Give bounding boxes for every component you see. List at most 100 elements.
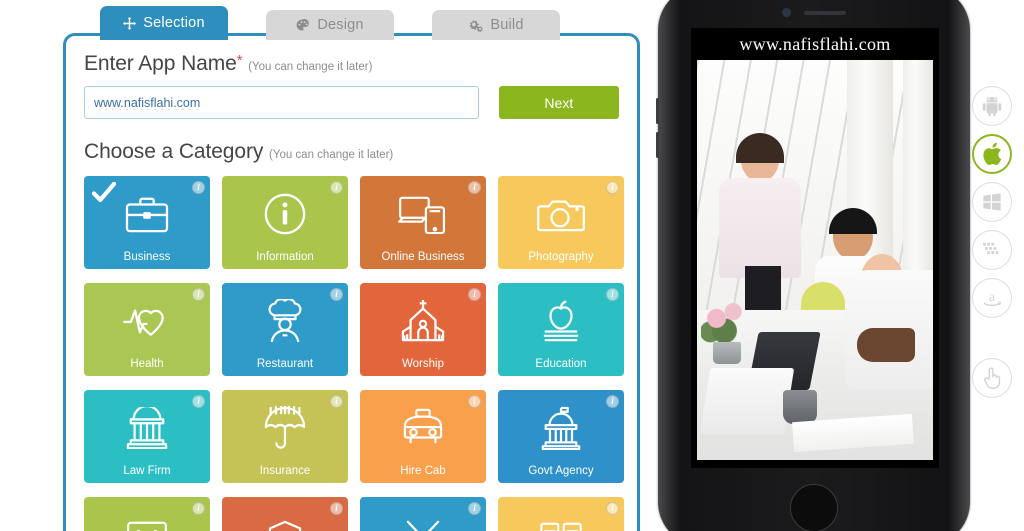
category-info-badge[interactable]: i: [192, 288, 205, 301]
category-tile-label: Business: [123, 250, 171, 263]
platform-button-amazon[interactable]: a: [972, 278, 1012, 318]
home-button[interactable]: [790, 484, 838, 531]
category-hint: (You can change it later): [269, 149, 394, 161]
partial-row-icon-1: [84, 507, 210, 531]
category-info-badge[interactable]: i: [468, 181, 481, 194]
front-camera-icon: [782, 8, 791, 17]
category-tile-restaurant[interactable]: i Restaurant: [222, 283, 348, 376]
phone-mockup: www.nafisflahi.com: [656, 0, 970, 531]
category-tile-label: Information: [256, 250, 314, 263]
category-tile-label: Insurance: [259, 464, 311, 477]
category-info-badge[interactable]: i: [192, 181, 205, 194]
svg-text:a: a: [989, 289, 995, 304]
partial-row-icon-2: [222, 507, 348, 531]
tab-selection[interactable]: Selection: [100, 6, 228, 40]
category-tile-partial-16[interactable]: i: [498, 497, 624, 531]
category-info-badge[interactable]: i: [330, 181, 343, 194]
volume-down-button[interactable]: [656, 132, 659, 158]
category-tile-label: Worship: [402, 357, 444, 370]
category-info-badge[interactable]: i: [330, 288, 343, 301]
tab-design-label: Design: [317, 17, 364, 33]
category-tile-label: Online Business: [381, 250, 465, 263]
devices-icon: [360, 186, 486, 242]
category-tile-education[interactable]: i Education: [498, 283, 624, 376]
category-tile-online-business[interactable]: i Online Business: [360, 176, 486, 269]
category-info-badge[interactable]: i: [606, 288, 619, 301]
category-info-badge[interactable]: i: [192, 502, 205, 515]
app-name-label: Enter App Name: [84, 52, 237, 75]
church-icon: [360, 293, 486, 349]
umbrella-icon: [222, 400, 348, 456]
phone-screen: www.nafisflahi.com: [691, 28, 939, 468]
category-tile-partial-15[interactable]: i: [360, 497, 486, 531]
android-icon: [981, 95, 1003, 117]
category-tile-govt-agency[interactable]: i Govt Agency: [498, 390, 624, 483]
required-asterisk: *: [236, 52, 243, 69]
tab-build[interactable]: Build: [432, 10, 560, 40]
partial-row-icon-3: [360, 507, 486, 531]
app-name-input[interactable]: [84, 86, 479, 119]
platform-button-touch[interactable]: [972, 358, 1012, 398]
category-tile-label: Restaurant: [256, 357, 314, 370]
tab-build-label: Build: [490, 17, 524, 33]
category-tile-photography[interactable]: i Photography: [498, 176, 624, 269]
courthouse-icon: [84, 400, 210, 456]
category-tile-law-firm[interactable]: i Law Firm: [84, 390, 210, 483]
hand-touch-icon: [981, 366, 1003, 390]
app-builder-screen: Selection Design Build Enter App Name* (…: [0, 0, 1024, 531]
category-grid: i Business i Information i Online Business i Ph…: [84, 176, 624, 531]
category-info-badge[interactable]: i: [468, 288, 481, 301]
capitol-icon: [498, 400, 624, 456]
category-tile-information[interactable]: i Information: [222, 176, 348, 269]
amazon-icon: a: [981, 287, 1003, 309]
tab-selection-label: Selection: [143, 15, 205, 31]
category-title: Choose a Category: [84, 140, 264, 163]
category-info-badge[interactable]: i: [468, 502, 481, 515]
category-info-badge[interactable]: i: [330, 502, 343, 515]
move-arrows-icon: [123, 16, 137, 30]
selection-panel: Enter App Name* (You can change it later…: [63, 33, 640, 531]
category-tile-business[interactable]: i Business: [84, 176, 210, 269]
category-info-badge[interactable]: i: [468, 395, 481, 408]
preview-hero-photo: [697, 60, 933, 460]
category-tile-health[interactable]: i Health: [84, 283, 210, 376]
platform-button-android[interactable]: [972, 86, 1012, 126]
category-tile-hire-cab[interactable]: i Hire Cab: [360, 390, 486, 483]
wizard-tab-bar: Selection Design Build: [100, 4, 630, 40]
category-heading: Choose a Category (You can change it lat…: [84, 140, 619, 164]
preview-title-bar: www.nafisflahi.com: [691, 28, 939, 60]
category-tile-label: Health: [130, 357, 164, 370]
platform-rail: a: [972, 86, 1018, 406]
earpiece-speaker: [804, 11, 846, 15]
volume-up-button[interactable]: [656, 98, 659, 124]
category-info-badge[interactable]: i: [606, 181, 619, 194]
category-tile-label: Govt Agency: [528, 464, 594, 477]
palette-icon: [296, 18, 310, 32]
category-tile-label: Hire Cab: [400, 464, 446, 477]
platform-button-windows[interactable]: [972, 182, 1012, 222]
platform-button-blackberry[interactable]: [972, 230, 1012, 270]
app-name-row: Next: [84, 86, 619, 119]
category-info-badge[interactable]: i: [606, 502, 619, 515]
platform-button-ios[interactable]: [972, 134, 1012, 174]
partial-row-icon-4: [498, 507, 624, 531]
apple-books-icon: [498, 293, 624, 349]
apple-icon: [982, 142, 1003, 166]
gears-icon: [468, 19, 484, 32]
briefcase-icon: [84, 186, 210, 242]
category-tile-label: Law Firm: [123, 464, 171, 477]
windows-icon: [981, 191, 1003, 213]
category-tile-insurance[interactable]: i Insurance: [222, 390, 348, 483]
category-info-badge[interactable]: i: [606, 395, 619, 408]
tab-design[interactable]: Design: [266, 10, 394, 40]
category-info-badge[interactable]: i: [192, 395, 205, 408]
category-tile-partial-14[interactable]: i: [222, 497, 348, 531]
category-tile-worship[interactable]: i Worship: [360, 283, 486, 376]
category-tile-label: Education: [535, 357, 587, 370]
category-tile-partial-13[interactable]: i: [84, 497, 210, 531]
category-tile-label: Photography: [528, 250, 594, 263]
category-info-badge[interactable]: i: [330, 395, 343, 408]
app-name-hint: (You can change it later): [248, 61, 373, 73]
taxi-icon: [360, 400, 486, 456]
next-button[interactable]: Next: [498, 86, 619, 119]
